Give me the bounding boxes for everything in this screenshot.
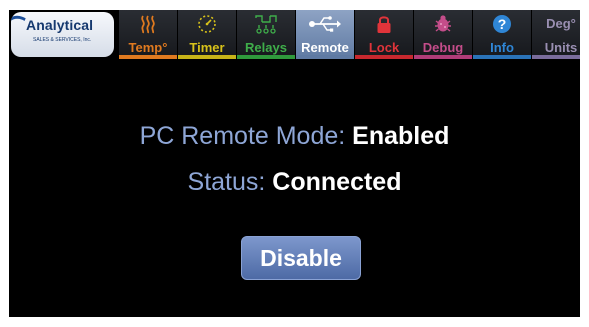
- tab-timer-label: Timer: [189, 40, 225, 55]
- tab-remote-underline: [296, 55, 354, 59]
- tab-lock[interactable]: Lock: [355, 10, 413, 59]
- tab-info-underline: [473, 55, 531, 59]
- svg-text:?: ?: [498, 16, 507, 32]
- tab-remote[interactable]: Remote: [296, 10, 354, 59]
- logo-tagline: SALES & SERVICES, Inc.: [33, 37, 92, 43]
- tab-units-underline: [532, 55, 580, 59]
- info-icon: ?: [473, 12, 531, 36]
- remote-mode-label: PC Remote Mode:: [139, 122, 346, 150]
- connection-status-line: Status: Connected: [9, 168, 580, 197]
- connection-status-value: Connected: [272, 168, 402, 196]
- tab-temp-label: Temp°: [128, 40, 168, 55]
- tab-remote-label: Remote: [301, 40, 349, 55]
- tab-relays-label: Relays: [245, 40, 287, 55]
- screen: Analytical SALES & SERVICES, Inc. Temp°: [9, 10, 580, 317]
- tab-lock-underline: [355, 55, 413, 59]
- remote-mode-value: Enabled: [352, 122, 450, 150]
- tab-temp-underline: [119, 55, 177, 59]
- brand-logo: Analytical SALES & SERVICES, Inc.: [11, 12, 114, 57]
- tab-timer[interactable]: Timer: [178, 10, 236, 59]
- usb-icon: [296, 12, 354, 36]
- timer-dial-icon: [178, 12, 236, 36]
- tab-temp[interactable]: Temp°: [119, 10, 177, 59]
- relays-icon: [237, 12, 295, 36]
- units-icon: Deg°: [532, 14, 580, 32]
- top-nav-bar: Analytical SALES & SERVICES, Inc. Temp°: [9, 10, 580, 59]
- tab-debug-label: Debug: [422, 40, 464, 55]
- tab-timer-underline: [178, 55, 236, 59]
- tab-relays[interactable]: Relays: [237, 10, 295, 59]
- tab-units[interactable]: Deg° Units: [532, 10, 580, 59]
- logo-title: Analytical: [26, 17, 94, 33]
- tab-debug[interactable]: Debug: [414, 10, 472, 59]
- tab-info[interactable]: ? Info: [473, 10, 531, 59]
- lock-icon: [355, 12, 413, 36]
- disable-button[interactable]: Disable: [241, 236, 361, 280]
- tab-strip: Temp° Timer Relays Remote Lock Debug ? I…: [119, 10, 580, 59]
- tab-debug-underline: [414, 55, 472, 59]
- tab-lock-label: Lock: [368, 40, 400, 55]
- connection-status-label: Status:: [187, 168, 266, 196]
- remote-mode-line: PC Remote Mode: Enabled: [9, 122, 580, 151]
- tab-units-top-label: Deg°: [546, 15, 576, 31]
- tab-info-label: Info: [490, 40, 514, 55]
- tab-relays-underline: [237, 55, 295, 59]
- bug-icon: [414, 12, 472, 36]
- heat-waves-icon: [119, 12, 177, 36]
- tab-units-label: Units: [544, 40, 578, 55]
